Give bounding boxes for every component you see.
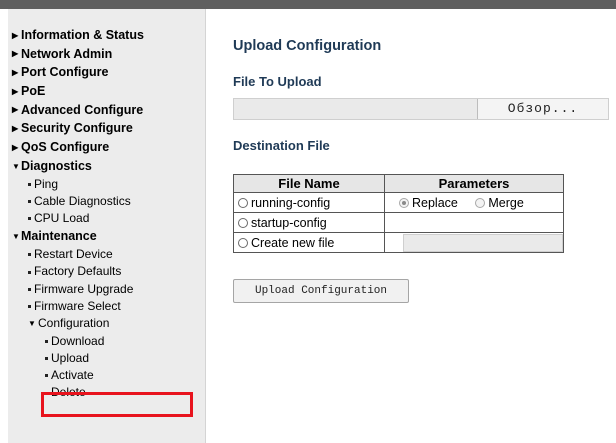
nav-configuration[interactable]: ▼ Configuration <box>8 315 205 332</box>
bullet-icon <box>28 200 31 204</box>
browse-button[interactable]: Обзор... <box>477 99 608 119</box>
nav-network-admin[interactable]: ▶ Network Admin <box>8 45 205 64</box>
top-bar <box>0 0 616 9</box>
col-parameters: Parameters <box>384 174 564 193</box>
running-config-cell: running-config <box>233 192 385 213</box>
file-input[interactable]: Обзор... <box>233 98 609 120</box>
create-new-cell: Create new file <box>233 232 385 253</box>
arrow-right-icon: ▶ <box>12 124 19 134</box>
replace-option[interactable]: Replace <box>399 196 458 210</box>
nav-cable-diagnostics[interactable]: Cable Diagnostics <box>8 193 205 210</box>
bullet-icon <box>45 374 48 378</box>
arrow-right-icon: ▶ <box>12 30 19 40</box>
nav-cpu-load[interactable]: CPU Load <box>8 210 205 227</box>
table-header-row: File Name Parameters <box>233 174 564 193</box>
nav-upload[interactable]: Upload <box>8 350 205 367</box>
bullet-icon <box>28 253 31 257</box>
col-file-name: File Name <box>233 174 385 193</box>
arrow-right-icon: ▶ <box>12 68 19 78</box>
table-row: Create new file <box>233 232 564 253</box>
nav-diagnostics[interactable]: ▼Diagnostics <box>8 157 205 176</box>
bullet-icon <box>28 217 31 221</box>
bullet-icon <box>28 182 31 186</box>
nav-activate[interactable]: Activate <box>8 367 205 384</box>
bullet-icon <box>28 305 31 309</box>
nav-qos-configure[interactable]: ▶ QoS Configure <box>8 138 205 157</box>
nav-advanced-configure[interactable]: ▶ Advanced Configure <box>8 101 205 120</box>
new-file-name-input[interactable] <box>403 233 563 252</box>
radio-running-config[interactable] <box>238 198 248 209</box>
nav-menu: ▶ Information & Status ▶ Network Admin ▶ Po… <box>8 26 205 402</box>
upload-configuration-button[interactable]: Upload Configuration <box>233 279 409 303</box>
merge-option[interactable]: Merge <box>475 196 524 210</box>
radio-create-new-file[interactable] <box>238 238 248 249</box>
radio-merge[interactable] <box>475 198 486 209</box>
page-title: Upload Configuration <box>233 38 382 54</box>
radio-startup-config[interactable] <box>238 218 248 229</box>
arrow-right-icon: ▶ <box>12 49 19 59</box>
empty-cell <box>384 212 564 233</box>
nav-restart-device[interactable]: Restart Device <box>8 246 205 263</box>
nav-maintenance[interactable]: ▼Maintenance <box>8 227 205 246</box>
nav-poe[interactable]: ▶ PoE <box>8 82 205 101</box>
table-row: running-config Replace Merge <box>233 192 564 213</box>
destination-table: File Name Parameters running-config Repl… <box>233 174 564 253</box>
parameters-cell: Replace Merge <box>384 192 564 213</box>
table-row: startup-config <box>233 212 564 233</box>
arrow-down-icon: ▼ <box>12 161 20 171</box>
nav-firmware-upgrade[interactable]: Firmware Upgrade <box>8 281 205 298</box>
bullet-icon <box>45 357 48 361</box>
arrow-right-icon: ▶ <box>12 105 19 115</box>
arrow-down-icon: ▼ <box>28 319 36 329</box>
sidebar-nav: ▶ Information & Status ▶ Network Admin ▶ Po… <box>8 9 206 443</box>
bullet-icon <box>28 288 31 291</box>
nav-firmware-select[interactable]: Firmware Select <box>8 298 205 315</box>
nav-information-status[interactable]: ▶ Information & Status <box>8 26 205 45</box>
new-file-cell <box>384 232 564 253</box>
nav-security-configure[interactable]: ▶ Security Configure <box>8 119 205 138</box>
startup-config-cell: startup-config <box>233 212 385 233</box>
nav-port-configure[interactable]: ▶ Port Configure <box>8 63 205 82</box>
nav-download[interactable]: Download <box>8 333 205 350</box>
nav-delete[interactable]: Delete <box>8 384 205 401</box>
destination-heading: Destination File <box>233 138 330 153</box>
bullet-icon <box>45 391 48 395</box>
nav-factory-defaults[interactable]: Factory Defaults <box>8 263 205 280</box>
arrow-right-icon: ▶ <box>12 86 19 96</box>
file-upload-heading: File To Upload <box>233 74 322 89</box>
radio-replace[interactable] <box>399 198 409 209</box>
arrow-down-icon: ▼ <box>12 232 20 242</box>
arrow-right-icon: ▶ <box>12 142 19 152</box>
bullet-icon <box>28 270 31 274</box>
bullet-icon <box>45 339 48 343</box>
nav-ping[interactable]: Ping <box>8 176 205 193</box>
